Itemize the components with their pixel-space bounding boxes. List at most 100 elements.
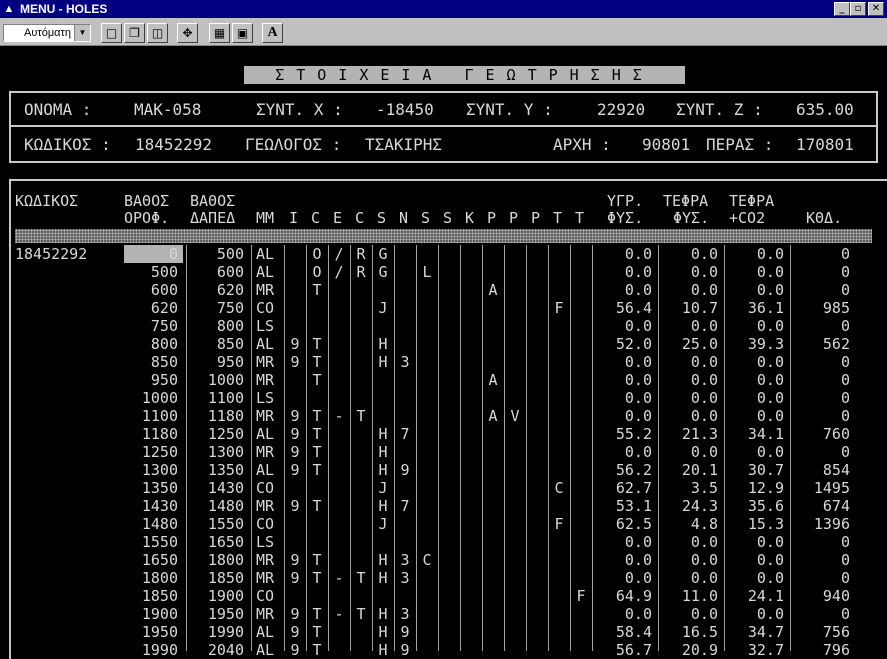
mm-cell: MR	[256, 551, 275, 569]
depth-from-cell: 950	[150, 371, 178, 389]
flag-cell: 9	[290, 407, 300, 425]
mm-cell: AL	[256, 335, 275, 353]
table-row[interactable]: 1250 1300 MR 9 T H 0.0 0.0 0.0 0	[0, 443, 887, 461]
depth-to-cell: 800	[216, 317, 244, 335]
table-row[interactable]: 1480 1550 CO J F 62.5 4.8 15.3 1396	[0, 515, 887, 533]
flag-cell: T	[312, 335, 322, 353]
moisture-cell: 62.7	[615, 479, 652, 497]
table-row[interactable]: 1180 1250 AL 9 T H 7 55.2 21.3 34.1 760	[0, 425, 887, 443]
ash-co2-cell: 32.7	[747, 641, 784, 659]
table-row[interactable]: 1850 1900 CO F 64.9 11.0 24.1 940	[0, 587, 887, 605]
properties-icon[interactable]: ▦	[209, 23, 230, 43]
kthd-cell: 0	[840, 281, 850, 299]
paste-icon[interactable]: ◫	[147, 23, 168, 43]
table-row[interactable]: 600 620 MR T A 0.0 0.0 0.0 0	[0, 281, 887, 299]
depth-from-cell: 1100	[141, 407, 178, 425]
x-label: ΣΥΝΤ. Χ :	[256, 100, 343, 119]
kthd-cell: 796	[822, 641, 850, 659]
table-row[interactable]: 1300 1350 AL 9 T H 9 56.2 20.1 30.7 854	[0, 461, 887, 479]
table-row[interactable]: 1350 1430 CO J C 62.7 3.5 12.9 1495	[0, 479, 887, 497]
end-value: 170801	[796, 135, 854, 154]
kthd-cell: 0	[840, 245, 850, 263]
table-row[interactable]: 950 1000 MR T A 0.0 0.0 0.0 0	[0, 371, 887, 389]
table-row[interactable]: 1800 1850 MR 9 T - T H 3 0.0 0.0 0.0 0	[0, 569, 887, 587]
z-value: 635.00	[796, 100, 854, 119]
column-divider	[438, 245, 439, 651]
z-label: ΣΥΝΤ. Ζ :	[676, 100, 763, 119]
table-row[interactable]: 500 600 AL O / R G L 0.0 0.0 0.0 0	[0, 263, 887, 281]
table-row[interactable]: 1900 1950 MR 9 T - T H 3 0.0 0.0 0.0 0	[0, 605, 887, 623]
depth-from-cell: 0	[168, 245, 178, 263]
flag-cell: 3	[400, 551, 410, 569]
kthd-cell: 756	[822, 623, 850, 641]
kthd-cell: 0	[840, 407, 850, 425]
font-size-select[interactable]: Αυτόματη ▼	[3, 24, 91, 42]
flag-cell: H	[378, 605, 388, 623]
fullscreen-icon[interactable]: ✥	[177, 23, 198, 43]
table-row[interactable]: 750 800 LS 0.0 0.0 0.0 0	[0, 317, 887, 335]
flag-cell: F	[576, 587, 586, 605]
table-row[interactable]: 1550 1650 LS 0.0 0.0 0.0 0	[0, 533, 887, 551]
depth-to-cell: 600	[216, 263, 244, 281]
table-row[interactable]: 1100 1180 MR 9 T - T A V 0.0 0.0 0.0 0	[0, 407, 887, 425]
col-header-letter: C	[355, 209, 365, 227]
depth-from-cell: 1180	[141, 425, 178, 443]
ash-co2-cell: 34.1	[747, 425, 784, 443]
depth-to-cell: 1480	[207, 497, 244, 515]
moisture-cell: 0.0	[624, 443, 652, 461]
col-header-letter: C	[311, 209, 321, 227]
code-value: 18452292	[135, 135, 213, 154]
maximize-button[interactable]: ▫	[850, 2, 866, 16]
ash-co2-cell: 0.0	[756, 317, 784, 335]
column-divider	[186, 245, 187, 651]
chevron-down-icon[interactable]: ▼	[74, 25, 90, 41]
depth-to-cell: 620	[216, 281, 244, 299]
table-row[interactable]: 0 500 AL O / R G 0.0 0.0 0.0 0	[0, 245, 887, 263]
column-divider	[570, 245, 571, 651]
table-row[interactable]: 1990 2040 AL 9 T H 9 56.7 20.9 32.7 796	[0, 641, 887, 659]
flag-cell: /	[334, 263, 344, 281]
flag-cell: A	[488, 407, 498, 425]
depth-to-cell: 2040	[207, 641, 244, 659]
col-header-letter: P	[487, 209, 497, 227]
table-row[interactable]: 1000 1100 LS 0.0 0.0 0.0 0	[0, 389, 887, 407]
flag-cell: -	[334, 605, 344, 623]
app-icon[interactable]: ▲	[3, 2, 15, 16]
table-row[interactable]: 800 850 AL 9 T H 52.0 25.0 39.3 562	[0, 335, 887, 353]
ash-cell: 20.1	[681, 461, 718, 479]
table-row[interactable]: 620 750 CO J F 56.4 10.7 36.1 985	[0, 299, 887, 317]
title-bar[interactable]: ▲ MENU - HOLES _ ▫ ✕	[0, 0, 887, 18]
table-row[interactable]: 850 950 MR 9 T H 3 0.0 0.0 0.0 0	[0, 353, 887, 371]
console-screen[interactable]: ΣΤΟΙΧΕΙΑ ΓΕΩΤΡΗΣΗΣ ΟΝΟΜΑ : MAK-058 ΣΥΝΤ.…	[0, 46, 887, 659]
column-divider	[592, 245, 593, 651]
close-button[interactable]: ✕	[868, 2, 884, 16]
table-row[interactable]: 1650 1800 MR 9 T H 3 C 0.0 0.0 0.0 0	[0, 551, 887, 569]
flag-cell: -	[334, 569, 344, 587]
flag-cell: J	[378, 515, 388, 533]
ash-cell: 0.0	[690, 533, 718, 551]
ash-co2-cell: 0.0	[756, 533, 784, 551]
copy-icon[interactable]: ❐	[124, 23, 145, 43]
start-value: 90801	[642, 135, 691, 154]
table-row[interactable]: 1950 1990 AL 9 T H 9 58.4 16.5 34.7 756	[0, 623, 887, 641]
name-label: ΟΝΟΜΑ :	[24, 100, 92, 119]
flag-cell: T	[312, 443, 322, 461]
mark-icon[interactable]: □	[101, 23, 122, 43]
flag-cell: T	[356, 407, 366, 425]
flag-cell: 9	[290, 551, 300, 569]
col-header-mm: ΜΜ	[256, 209, 275, 227]
ash-co2-cell: 0.0	[756, 551, 784, 569]
kthd-cell: 0	[840, 353, 850, 371]
mm-cell: LS	[256, 389, 275, 407]
flag-cell: 9	[400, 461, 410, 479]
mm-cell: CO	[256, 479, 275, 497]
background-icon[interactable]: ▣	[232, 23, 253, 43]
depth-from-cell: 600	[150, 281, 178, 299]
table-row[interactable]: 1430 1480 MR 9 T H 7 53.1 24.3 35.6 674	[0, 497, 887, 515]
minimize-button[interactable]: _	[834, 2, 850, 16]
moisture-cell: 0.0	[624, 281, 652, 299]
font-icon[interactable]: A	[262, 23, 283, 43]
y-value: 22920	[597, 100, 646, 119]
flag-cell: 7	[400, 425, 410, 443]
col-header-from: ΟΡΟΦ.	[124, 209, 170, 227]
